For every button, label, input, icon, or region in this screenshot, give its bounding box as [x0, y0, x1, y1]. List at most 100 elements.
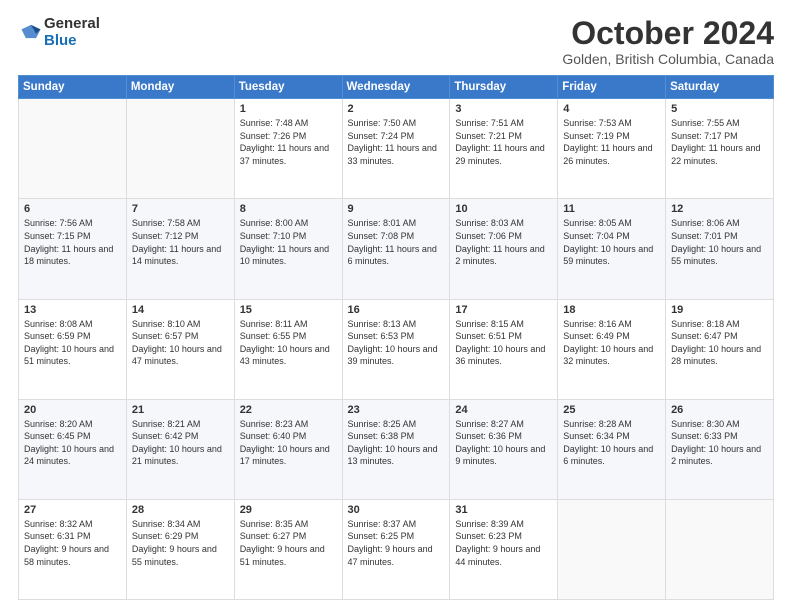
sunset-text: Sunset: 6:47 PM: [671, 331, 738, 341]
sunset-text: Sunset: 6:23 PM: [455, 531, 522, 541]
calendar-header-row: Sunday Monday Tuesday Wednesday Thursday…: [19, 76, 774, 99]
calendar-cell: [558, 499, 666, 599]
day-number: 26: [671, 404, 768, 416]
day-info: Sunrise: 7:58 AM Sunset: 7:12 PM Dayligh…: [132, 217, 229, 267]
day-info: Sunrise: 8:34 AM Sunset: 6:29 PM Dayligh…: [132, 518, 229, 568]
calendar-cell: 19 Sunrise: 8:18 AM Sunset: 6:47 PM Dayl…: [666, 299, 774, 399]
daylight-text: Daylight: 10 hours and 51 minutes.: [24, 344, 114, 367]
calendar-cell: 25 Sunrise: 8:28 AM Sunset: 6:34 PM Dayl…: [558, 399, 666, 499]
day-number: 10: [455, 203, 552, 215]
calendar-cell: [19, 99, 127, 199]
daylight-text: Daylight: 10 hours and 13 minutes.: [348, 444, 438, 467]
daylight-text: Daylight: 11 hours and 37 minutes.: [240, 143, 329, 166]
calendar-cell: 17 Sunrise: 8:15 AM Sunset: 6:51 PM Dayl…: [450, 299, 558, 399]
day-info: Sunrise: 8:08 AM Sunset: 6:59 PM Dayligh…: [24, 318, 121, 368]
sunset-text: Sunset: 7:24 PM: [348, 131, 415, 141]
col-monday: Monday: [126, 76, 234, 99]
week-row-1: 1 Sunrise: 7:48 AM Sunset: 7:26 PM Dayli…: [19, 99, 774, 199]
day-number: 30: [348, 504, 445, 516]
sunrise-text: Sunrise: 8:08 AM: [24, 319, 93, 329]
sunrise-text: Sunrise: 8:10 AM: [132, 319, 201, 329]
day-number: 7: [132, 203, 229, 215]
day-number: 17: [455, 304, 552, 316]
daylight-text: Daylight: 11 hours and 6 minutes.: [348, 244, 437, 267]
day-info: Sunrise: 8:32 AM Sunset: 6:31 PM Dayligh…: [24, 518, 121, 568]
calendar-cell: 2 Sunrise: 7:50 AM Sunset: 7:24 PM Dayli…: [342, 99, 450, 199]
sunset-text: Sunset: 7:12 PM: [132, 231, 199, 241]
day-info: Sunrise: 8:21 AM Sunset: 6:42 PM Dayligh…: [132, 418, 229, 468]
day-info: Sunrise: 8:03 AM Sunset: 7:06 PM Dayligh…: [455, 217, 552, 267]
calendar-cell: 6 Sunrise: 7:56 AM Sunset: 7:15 PM Dayli…: [19, 199, 127, 299]
sunrise-text: Sunrise: 7:53 AM: [563, 118, 632, 128]
sunrise-text: Sunrise: 8:37 AM: [348, 519, 417, 529]
day-number: 1: [240, 103, 337, 115]
day-info: Sunrise: 8:00 AM Sunset: 7:10 PM Dayligh…: [240, 217, 337, 267]
calendar-cell: 18 Sunrise: 8:16 AM Sunset: 6:49 PM Dayl…: [558, 299, 666, 399]
day-number: 11: [563, 203, 660, 215]
sunset-text: Sunset: 7:21 PM: [455, 131, 522, 141]
sunset-text: Sunset: 6:25 PM: [348, 531, 415, 541]
sunrise-text: Sunrise: 8:05 AM: [563, 218, 632, 228]
calendar-cell: 10 Sunrise: 8:03 AM Sunset: 7:06 PM Dayl…: [450, 199, 558, 299]
day-info: Sunrise: 8:16 AM Sunset: 6:49 PM Dayligh…: [563, 318, 660, 368]
day-number: 28: [132, 504, 229, 516]
day-info: Sunrise: 8:27 AM Sunset: 6:36 PM Dayligh…: [455, 418, 552, 468]
week-row-2: 6 Sunrise: 7:56 AM Sunset: 7:15 PM Dayli…: [19, 199, 774, 299]
daylight-text: Daylight: 9 hours and 55 minutes.: [132, 544, 217, 567]
sunset-text: Sunset: 6:42 PM: [132, 431, 199, 441]
daylight-text: Daylight: 10 hours and 9 minutes.: [455, 444, 545, 467]
daylight-text: Daylight: 10 hours and 59 minutes.: [563, 244, 653, 267]
calendar-table: Sunday Monday Tuesday Wednesday Thursday…: [18, 75, 774, 600]
day-number: 8: [240, 203, 337, 215]
day-number: 22: [240, 404, 337, 416]
calendar-cell: 30 Sunrise: 8:37 AM Sunset: 6:25 PM Dayl…: [342, 499, 450, 599]
day-info: Sunrise: 8:06 AM Sunset: 7:01 PM Dayligh…: [671, 217, 768, 267]
logo-general: General: [44, 16, 100, 33]
day-number: 2: [348, 103, 445, 115]
day-number: 19: [671, 304, 768, 316]
sunrise-text: Sunrise: 8:35 AM: [240, 519, 309, 529]
daylight-text: Daylight: 9 hours and 51 minutes.: [240, 544, 325, 567]
col-wednesday: Wednesday: [342, 76, 450, 99]
day-info: Sunrise: 8:13 AM Sunset: 6:53 PM Dayligh…: [348, 318, 445, 368]
daylight-text: Daylight: 9 hours and 58 minutes.: [24, 544, 109, 567]
calendar-cell: 23 Sunrise: 8:25 AM Sunset: 6:38 PM Dayl…: [342, 399, 450, 499]
sunset-text: Sunset: 6:29 PM: [132, 531, 199, 541]
calendar-cell: 8 Sunrise: 8:00 AM Sunset: 7:10 PM Dayli…: [234, 199, 342, 299]
day-number: 12: [671, 203, 768, 215]
daylight-text: Daylight: 10 hours and 55 minutes.: [671, 244, 761, 267]
calendar-cell: 22 Sunrise: 8:23 AM Sunset: 6:40 PM Dayl…: [234, 399, 342, 499]
daylight-text: Daylight: 11 hours and 2 minutes.: [455, 244, 544, 267]
sunset-text: Sunset: 7:15 PM: [24, 231, 91, 241]
week-row-4: 20 Sunrise: 8:20 AM Sunset: 6:45 PM Dayl…: [19, 399, 774, 499]
sunrise-text: Sunrise: 8:21 AM: [132, 419, 201, 429]
daylight-text: Daylight: 10 hours and 28 minutes.: [671, 344, 761, 367]
sunrise-text: Sunrise: 8:00 AM: [240, 218, 309, 228]
calendar-cell: 3 Sunrise: 7:51 AM Sunset: 7:21 PM Dayli…: [450, 99, 558, 199]
calendar-cell: 26 Sunrise: 8:30 AM Sunset: 6:33 PM Dayl…: [666, 399, 774, 499]
day-number: 13: [24, 304, 121, 316]
day-number: 21: [132, 404, 229, 416]
col-tuesday: Tuesday: [234, 76, 342, 99]
sunset-text: Sunset: 7:06 PM: [455, 231, 522, 241]
day-info: Sunrise: 7:50 AM Sunset: 7:24 PM Dayligh…: [348, 117, 445, 167]
day-info: Sunrise: 8:18 AM Sunset: 6:47 PM Dayligh…: [671, 318, 768, 368]
sunrise-text: Sunrise: 8:03 AM: [455, 218, 524, 228]
calendar-cell: [126, 99, 234, 199]
title-section: October 2024 Golden, British Columbia, C…: [562, 16, 774, 67]
day-info: Sunrise: 7:55 AM Sunset: 7:17 PM Dayligh…: [671, 117, 768, 167]
daylight-text: Daylight: 10 hours and 24 minutes.: [24, 444, 114, 467]
calendar-cell: 24 Sunrise: 8:27 AM Sunset: 6:36 PM Dayl…: [450, 399, 558, 499]
calendar-cell: 5 Sunrise: 7:55 AM Sunset: 7:17 PM Dayli…: [666, 99, 774, 199]
day-info: Sunrise: 8:30 AM Sunset: 6:33 PM Dayligh…: [671, 418, 768, 468]
daylight-text: Daylight: 10 hours and 39 minutes.: [348, 344, 438, 367]
sunset-text: Sunset: 6:49 PM: [563, 331, 630, 341]
day-info: Sunrise: 7:53 AM Sunset: 7:19 PM Dayligh…: [563, 117, 660, 167]
sunrise-text: Sunrise: 8:30 AM: [671, 419, 740, 429]
sunrise-text: Sunrise: 8:39 AM: [455, 519, 524, 529]
logo: General Blue: [18, 16, 100, 49]
sunrise-text: Sunrise: 8:32 AM: [24, 519, 93, 529]
title-location: Golden, British Columbia, Canada: [562, 51, 774, 67]
day-number: 29: [240, 504, 337, 516]
calendar-cell: 14 Sunrise: 8:10 AM Sunset: 6:57 PM Dayl…: [126, 299, 234, 399]
